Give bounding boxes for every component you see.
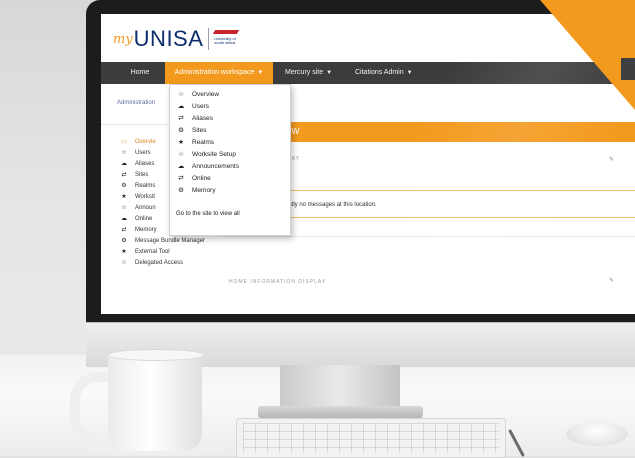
crest-text: university of south africa <box>214 36 236 45</box>
sidebar-item-announcements[interactable]: ☆ Announ <box>119 202 156 213</box>
menu-item-label: Sites <box>192 126 207 134</box>
sidebar-item-overview[interactable]: ▭ Overvie <box>119 136 156 147</box>
menu-item-overview[interactable]: ☆ Overview <box>176 88 219 100</box>
menu-item-label: Announcements <box>192 162 239 170</box>
sidebar-item-label: Realms <box>135 182 156 189</box>
menu-item-realms[interactable]: ★ Realms <box>176 136 214 148</box>
sidebar-item-label: External Tool <box>135 248 170 255</box>
overview-icon: ▭ <box>121 139 127 145</box>
sidebar-item-realms[interactable]: ⚙ Realms <box>119 180 155 191</box>
announcements-icon: ☁ <box>177 163 185 170</box>
crest-flag <box>213 30 240 34</box>
section-label-home-info: HOME INFORMATION DISPLAY <box>229 279 327 285</box>
sidebar-item-label: Message Bundle Manager <box>135 237 206 244</box>
sidebar-item-label: Sites <box>135 171 149 178</box>
sidebar-item-aliases[interactable]: ☁ Aliases <box>119 158 154 169</box>
mouse <box>566 422 628 446</box>
menu-item-label: Overview <box>192 90 220 98</box>
users-icon: ☁ <box>177 103 185 110</box>
worksite-setup-icon: ☆ <box>178 151 184 158</box>
menu-item-worksite-setup[interactable]: ☆ Worksite Setup <box>176 148 236 160</box>
users-icon: ☆ <box>121 150 127 156</box>
keyboard-keys <box>243 423 499 453</box>
coffee-mug <box>108 353 202 451</box>
sidebar-item-memory[interactable]: ⇄ Memory <box>119 224 157 235</box>
worksite-icon: ★ <box>121 194 127 200</box>
no-messages-text: ently no messages at this location. <box>285 202 377 208</box>
menu-item-label: Aliases <box>192 114 213 122</box>
monitor-stand-neck <box>280 365 400 411</box>
view-all-link[interactable]: Go to the site to view all <box>176 211 240 217</box>
decorative-orange-triangle <box>540 0 635 110</box>
chevron-down-icon: ▼ <box>326 70 333 76</box>
memory-icon: ⚙ <box>178 187 184 194</box>
sidebar-item-online[interactable]: ☁ Online <box>119 213 152 224</box>
online-icon: ☁ <box>121 216 127 222</box>
star-outline-icon: ☆ <box>178 91 184 98</box>
menu-item-sites[interactable]: ⚙ Sites <box>176 124 206 136</box>
sites-icon: ⇄ <box>121 172 127 178</box>
sidebar-item-label: Memory <box>135 226 157 233</box>
nav-mercury-label: Mercury site <box>285 69 324 76</box>
sidebar-item-external-tool[interactable]: ★ External Tool <box>119 246 170 257</box>
nav-home[interactable]: Home <box>115 62 165 84</box>
menu-item-label: Online <box>192 174 211 182</box>
menu-item-label: Realms <box>192 138 215 146</box>
menu-item-label: Users <box>192 102 209 110</box>
menu-item-label: Worksite Setup <box>192 150 236 158</box>
mug-rim <box>108 349 204 361</box>
decorative-dark-bar <box>621 58 635 80</box>
unisa-crest-icon: university of south africa <box>213 30 240 48</box>
sidebar-item-label: Online <box>135 215 153 222</box>
sidebar-item-label: Announ <box>135 204 156 211</box>
keyboard <box>236 418 506 458</box>
edit-icon[interactable]: ✎ <box>609 277 614 284</box>
logo-separator <box>208 28 210 50</box>
nav-home-label: Home <box>130 69 150 76</box>
sidebar-item-label: Aliases <box>135 160 155 167</box>
logo-name: UNISA <box>133 26 204 51</box>
menu-item-label: Memory <box>192 186 216 194</box>
sidebar-item-label: Worksit <box>135 193 155 200</box>
chevron-down-icon: ▼ <box>257 70 264 76</box>
memory-icon: ⇄ <box>121 227 127 233</box>
menu-item-aliases[interactable]: ⇄ Aliases <box>176 112 213 124</box>
admin-workspace-dropdown: ☆ Overview ☁ Users ⇄ Aliases ⚙ Sites ★ R… <box>169 84 291 236</box>
menu-item-users[interactable]: ☁ Users <box>176 100 209 112</box>
sidebar-item-worksite[interactable]: ★ Worksit <box>119 191 155 202</box>
nav-admin-workspace[interactable]: Administration workspace ▼ <box>165 62 273 84</box>
menu-item-memory[interactable]: ⚙ Memory <box>176 184 215 196</box>
menu-item-announcements[interactable]: ☁ Announcements <box>176 160 239 172</box>
nav-citations-label: Citations Admin <box>355 69 404 76</box>
chevron-down-icon: ▼ <box>406 70 413 76</box>
sidebar-item-label: Delegated Access <box>135 259 184 266</box>
breadcrumb[interactable]: Administration <box>117 100 155 106</box>
edit-icon[interactable]: ✎ <box>609 156 614 163</box>
message-bundle-icon: ⚙ <box>121 238 127 244</box>
sidebar-item-message-bundle[interactable]: ⚙ Message Bundle Manager <box>119 235 205 246</box>
sites-icon: ⚙ <box>178 127 184 134</box>
announcements-icon: ☆ <box>121 205 127 211</box>
external-tool-icon: ★ <box>121 249 127 255</box>
sidebar-item-label: Users <box>135 149 151 156</box>
realms-icon: ★ <box>178 139 184 146</box>
online-icon: ⇄ <box>178 175 184 182</box>
nav-citations-admin[interactable]: Citations Admin ▼ <box>355 62 435 84</box>
nav-mercury-site[interactable]: Mercury site ▼ <box>285 62 345 84</box>
aliases-icon: ⇄ <box>178 115 184 122</box>
monitor-stand-base <box>258 406 423 418</box>
divider <box>223 236 635 237</box>
sidebar-item-label: Overvie <box>135 138 156 145</box>
unisa-logo[interactable]: my UNISA university of south africa <box>113 26 240 52</box>
sidebar-item-sites[interactable]: ⇄ Sites <box>119 169 148 180</box>
nav-admin-label: Administration workspace <box>174 69 255 76</box>
delegated-access-icon: ☆ <box>121 260 127 266</box>
sidebar-item-delegated-access[interactable]: ☆ Delegated Access <box>119 257 183 268</box>
menu-item-online[interactable]: ⇄ Online <box>176 172 211 184</box>
logo-prefix: my <box>113 31 133 47</box>
realms-icon: ⚙ <box>121 183 127 189</box>
aliases-icon: ☁ <box>121 161 127 167</box>
sidebar-item-users[interactable]: ☆ Users <box>119 147 151 158</box>
